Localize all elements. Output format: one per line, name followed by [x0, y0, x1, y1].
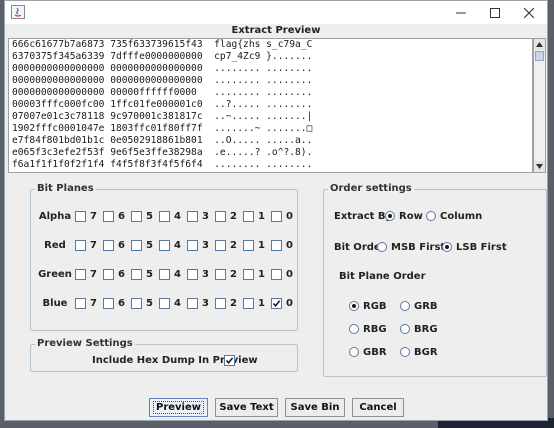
- hex-line: 0000000000000000 00000ffffff0000 .......…: [12, 87, 313, 98]
- bit-checkbox-3[interactable]: 3: [187, 297, 209, 310]
- extract-by-label: Extract By: [334, 211, 393, 222]
- bit-checkbox-7[interactable]: 7: [75, 239, 97, 252]
- extract-preview-window: Extract Preview 666c61677b7a6873 735f633…: [4, 0, 548, 421]
- plane-order-brg-radio[interactable]: BRG: [400, 323, 438, 336]
- chevron-down-icon: [536, 164, 543, 169]
- order-settings-group: Order settings Extract By Row Column Bit…: [323, 183, 547, 377]
- bit-checkbox-5[interactable]: 5: [131, 297, 153, 310]
- java-app-icon: [11, 5, 25, 19]
- hex-line: 1902fffc0001047e 1803ffc01f80ff7f ......…: [12, 123, 313, 134]
- bit-plane-row-alpha: Alpha 7 6 5 4 3 2 1 0: [31, 210, 299, 223]
- hex-line: f6a1f1f1f0f2f1f4 f4f5f8f3f4f5f6f4 ......…: [12, 159, 313, 170]
- bit-checkbox-0[interactable]: 0: [271, 239, 293, 252]
- plane-order-rgb-radio[interactable]: RGB: [349, 300, 387, 313]
- bit-planes-group: Bit Planes Alpha 7 6 5 4 3 2 1 0 Red 7 6…: [30, 183, 299, 331]
- plane-order-gbr-radio[interactable]: GBR: [349, 346, 387, 359]
- bit-checkbox-5[interactable]: 5: [131, 239, 153, 252]
- close-button[interactable]: [513, 1, 545, 24]
- bit-checkbox-7[interactable]: 7: [75, 210, 97, 223]
- bit-checkbox-4[interactable]: 4: [159, 210, 181, 223]
- bit-checkbox-4[interactable]: 4: [159, 268, 181, 281]
- bit-checkbox-1[interactable]: 1: [243, 239, 265, 252]
- bit-planes-title: Bit Planes: [35, 183, 96, 194]
- hex-dump-checkbox[interactable]: [224, 355, 235, 366]
- bit-checkbox-2[interactable]: 2: [215, 268, 237, 281]
- bit-checkbox-7[interactable]: 7: [75, 297, 97, 310]
- bit-checkbox-1[interactable]: 1: [243, 268, 265, 281]
- bit-checkbox-6[interactable]: 6: [103, 297, 125, 310]
- hex-line: 07007e01c3c78118 9c970001c381817c ..~...…: [12, 111, 313, 122]
- hex-line: 00003fffc000fc00 1ffc01fe000001c0 ..?...…: [12, 99, 313, 110]
- cancel-button[interactable]: Cancel: [352, 398, 404, 417]
- checkmark-icon: [272, 300, 281, 307]
- bit-checkbox-2[interactable]: 2: [215, 210, 237, 223]
- plane-order-grb-radio[interactable]: GRB: [400, 300, 438, 313]
- bit-plane-order-label: Bit Plane Order: [339, 271, 426, 282]
- bit-checkbox-0[interactable]: 0: [271, 297, 293, 310]
- title-bar: [5, 1, 547, 24]
- extract-by-row-radio[interactable]: Row: [385, 210, 423, 223]
- bit-checkbox-5[interactable]: 5: [131, 268, 153, 281]
- lsb-first-radio[interactable]: LSB First: [442, 241, 507, 254]
- window-title: Extract Preview: [231, 25, 321, 36]
- save-text-button[interactable]: Save Text: [215, 398, 278, 417]
- chevron-up-icon: [536, 42, 543, 47]
- plane-order-rbg-radio[interactable]: RBG: [349, 323, 387, 336]
- bit-checkbox-4[interactable]: 4: [159, 239, 181, 252]
- bit-checkbox-6[interactable]: 6: [103, 268, 125, 281]
- bit-checkbox-7[interactable]: 7: [75, 268, 97, 281]
- bit-checkbox-2[interactable]: 2: [215, 297, 237, 310]
- bit-plane-row-blue: Blue 7 6 5 4 3 2 1 0: [31, 297, 299, 310]
- hex-line: 6370375f345a6339 7dfffe0000000000 cp7_4Z…: [12, 51, 313, 62]
- bit-checkbox-6[interactable]: 6: [103, 210, 125, 223]
- bit-checkbox-3[interactable]: 3: [187, 210, 209, 223]
- minimize-icon: [456, 12, 466, 13]
- preview-button[interactable]: Preview: [149, 398, 208, 417]
- save-bin-button[interactable]: Save Bin: [285, 398, 345, 417]
- extract-by-column-radio[interactable]: Column: [426, 210, 482, 223]
- msb-first-radio[interactable]: MSB First: [377, 241, 445, 254]
- order-settings-title: Order settings: [328, 183, 414, 194]
- bit-checkbox-4[interactable]: 4: [159, 297, 181, 310]
- scrollbar-thumb[interactable]: [535, 51, 544, 61]
- hex-line: 0000000000000000 0000000000000000 ......…: [12, 75, 313, 86]
- bit-checkbox-1[interactable]: 1: [243, 210, 265, 223]
- hex-line: 666c61677b7a6873 735f633739615f43 flag{z…: [12, 39, 313, 50]
- bit-checkbox-0[interactable]: 0: [271, 268, 293, 281]
- bit-plane-row-green: Green 7 6 5 4 3 2 1 0: [31, 268, 299, 281]
- bit-checkbox-3[interactable]: 3: [187, 268, 209, 281]
- bit-checkbox-2[interactable]: 2: [215, 239, 237, 252]
- hex-line: e065f3c3efe2f53f 9e6f5e3ffe38298a .e....…: [12, 147, 313, 158]
- bit-checkbox-5[interactable]: 5: [131, 210, 153, 223]
- close-icon: [524, 7, 534, 18]
- bit-checkbox-0[interactable]: 0: [271, 210, 293, 223]
- preview-settings-group: Preview Settings Include Hex Dump In Pre…: [30, 338, 298, 372]
- preview-settings-title: Preview Settings: [35, 338, 135, 349]
- bit-plane-row-red: Red 7 6 5 4 3 2 1 0: [31, 239, 299, 252]
- bit-checkbox-6[interactable]: 6: [103, 239, 125, 252]
- scroll-down-button[interactable]: [534, 161, 545, 172]
- maximize-icon: [490, 7, 500, 18]
- checkmark-icon: [225, 357, 234, 364]
- scroll-up-button[interactable]: [534, 39, 545, 50]
- hex-line: 0000000000000000 0000000000000000 ......…: [12, 63, 313, 74]
- minimize-button[interactable]: [445, 1, 477, 24]
- plane-order-bgr-radio[interactable]: BGR: [400, 346, 438, 359]
- vertical-scrollbar[interactable]: [533, 38, 546, 173]
- bit-checkbox-3[interactable]: 3: [187, 239, 209, 252]
- hex-line: e7f84f801bd01b1c 0e0502918861b801 ..O...…: [12, 135, 313, 146]
- hex-preview-area[interactable]: 666c61677b7a6873 735f633739615f43 flag{z…: [8, 38, 533, 173]
- bit-checkbox-1[interactable]: 1: [243, 297, 265, 310]
- maximize-button[interactable]: [479, 1, 511, 24]
